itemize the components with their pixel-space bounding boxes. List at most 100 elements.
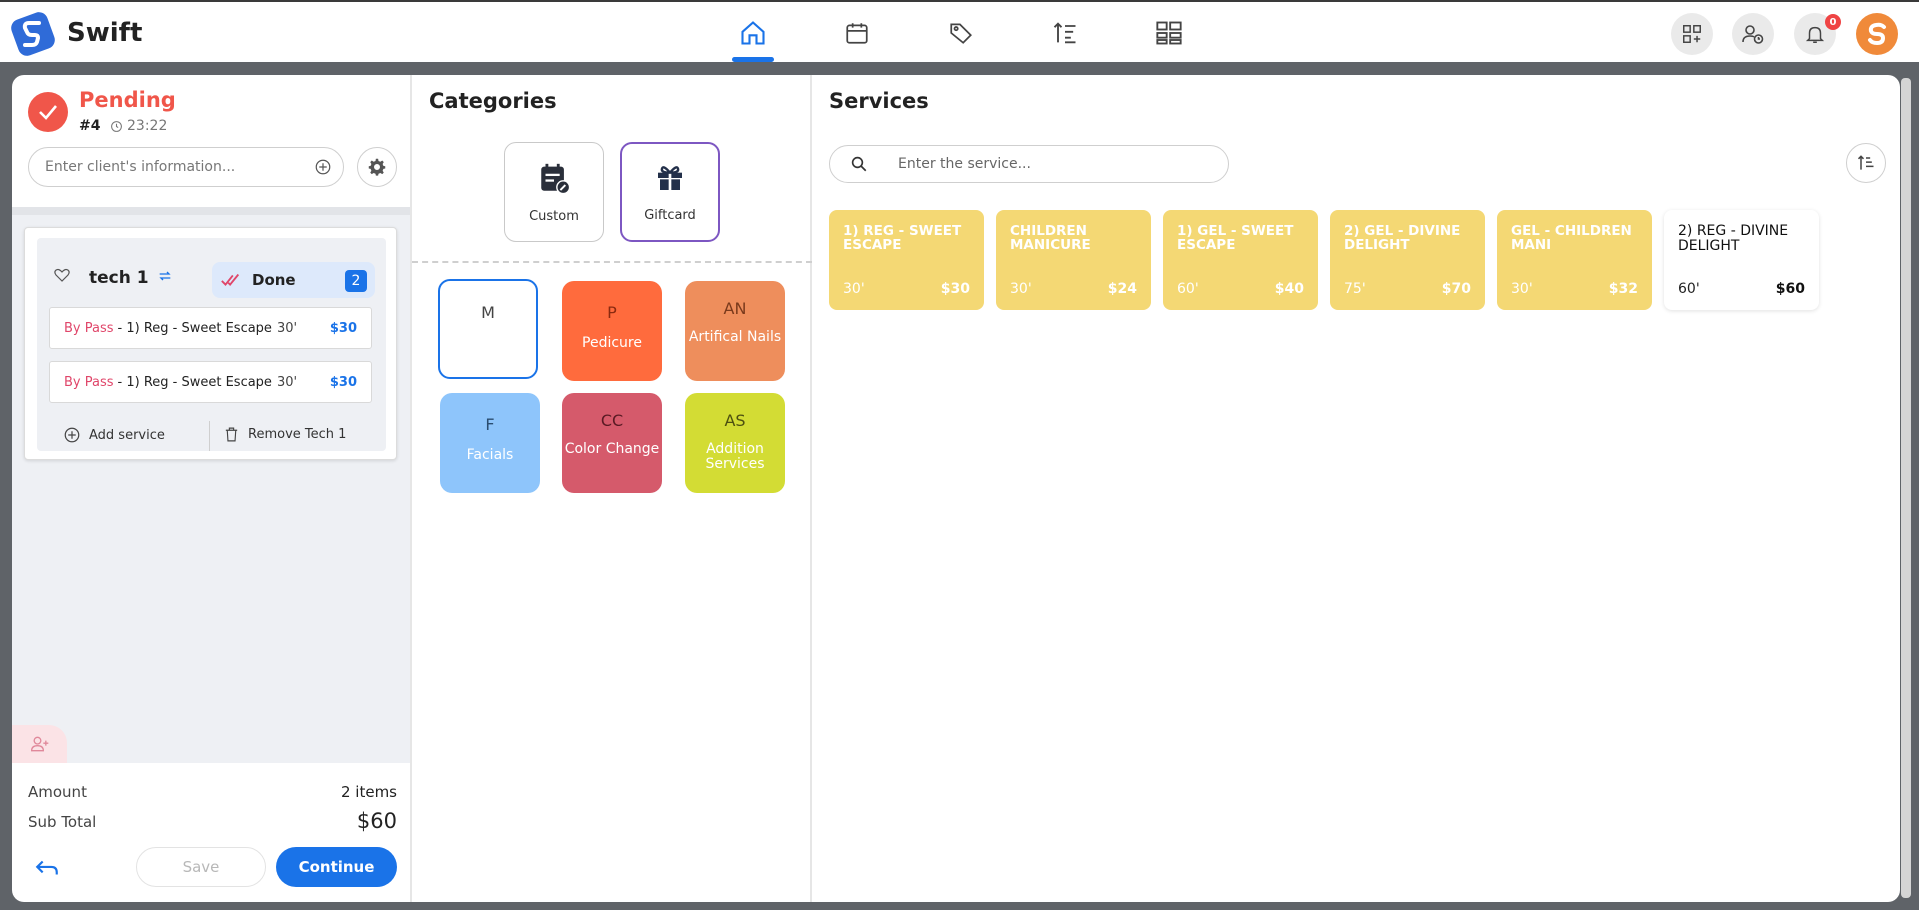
add-circle-icon bbox=[64, 427, 80, 443]
service-card-duration: 30' bbox=[843, 281, 865, 297]
custom-calendar-icon bbox=[541, 163, 571, 195]
service-card[interactable]: 2) GEL - DIVINE DELIGHT 75' $70 bbox=[1330, 210, 1485, 310]
service-card[interactable]: CHILDREN MANICURE 30' $24 bbox=[996, 210, 1151, 310]
user-clock-button[interactable] bbox=[1732, 13, 1774, 55]
service-card-price: $40 bbox=[1274, 281, 1304, 297]
add-widget-icon bbox=[1683, 25, 1701, 43]
service-card[interactable]: 1) GEL - SWEET ESCAPE 60' $40 bbox=[1163, 210, 1318, 310]
add-widget-button[interactable] bbox=[1671, 13, 1713, 55]
back-button[interactable] bbox=[32, 853, 62, 883]
service-name: - 1) Reg - Sweet Escape bbox=[117, 374, 272, 390]
category-tile[interactable]: M bbox=[438, 279, 538, 379]
category-tile[interactable]: AN Artifical Nails bbox=[685, 281, 785, 381]
service-card-name: 2) REG - DIVINE DELIGHT bbox=[1678, 223, 1789, 254]
service-card-duration: 60' bbox=[1678, 281, 1700, 297]
add-service-label: Add service bbox=[89, 427, 165, 443]
selected-service-row[interactable]: By Pass - 1) Reg - Sweet Escape 30' $30 bbox=[49, 307, 372, 349]
scroll-track bbox=[12, 207, 410, 215]
save-button[interactable]: Save bbox=[136, 847, 266, 887]
bypass-label: By Pass bbox=[64, 320, 114, 336]
notification-badge: 0 bbox=[1825, 14, 1841, 30]
settings-button[interactable] bbox=[357, 147, 397, 187]
sort-services-button[interactable] bbox=[1846, 143, 1886, 183]
category-tile[interactable]: CC Color Change bbox=[562, 393, 662, 493]
client-info-input[interactable] bbox=[28, 147, 344, 187]
service-card-name: 1) GEL - SWEET ESCAPE bbox=[1177, 223, 1294, 254]
category-name: Facials bbox=[466, 447, 514, 463]
custom-label: Custom bbox=[529, 209, 579, 224]
service-card-price: $30 bbox=[940, 281, 970, 297]
selected-service-row[interactable]: By Pass - 1) Reg - Sweet Escape 30' $30 bbox=[49, 361, 372, 403]
service-card-name: 1) REG - SWEET ESCAPE bbox=[843, 223, 962, 254]
subtotal-label: Sub Total bbox=[28, 813, 97, 831]
service-card-name: 2) GEL - DIVINE DELIGHT bbox=[1344, 223, 1461, 254]
page-scrollbar[interactable] bbox=[1901, 78, 1911, 898]
gift-icon bbox=[658, 166, 682, 190]
category-name: Color Change bbox=[564, 441, 660, 457]
search-input[interactable] bbox=[898, 146, 1218, 182]
heart-icon[interactable] bbox=[53, 266, 71, 284]
grid-icon[interactable] bbox=[1154, 18, 1184, 48]
brand-name: Swift bbox=[67, 18, 143, 48]
swift-logo bbox=[10, 11, 56, 57]
category-abbr: CC bbox=[600, 411, 624, 430]
service-card-price: $60 bbox=[1775, 281, 1805, 297]
continue-button[interactable]: Continue bbox=[276, 847, 397, 887]
service-duration: 30' bbox=[276, 320, 298, 336]
categories-panel: Categories Custom Giftcard M P Pedicure … bbox=[412, 75, 812, 902]
amount-label: Amount bbox=[28, 783, 87, 801]
trash-icon bbox=[225, 427, 238, 442]
add-user-icon bbox=[30, 736, 48, 752]
category-tile[interactable]: P Pedicure bbox=[562, 281, 662, 381]
tech-name: tech 1 bbox=[89, 268, 149, 288]
service-card[interactable]: GEL - CHILDREN MANI 30' $32 bbox=[1497, 210, 1652, 310]
service-card-price: $24 bbox=[1107, 281, 1137, 297]
giftcard-category-button[interactable]: Giftcard bbox=[620, 142, 720, 242]
avatar-logo-icon bbox=[1868, 22, 1886, 46]
category-abbr: P bbox=[607, 303, 617, 322]
service-price: $30 bbox=[329, 320, 357, 336]
tech-card: tech 1 Done 2 By Pass - 1) Reg - Sweet E… bbox=[24, 227, 397, 460]
service-card[interactable]: 2) REG - DIVINE DELIGHT 60' $60 bbox=[1664, 210, 1819, 310]
order-number: #4 bbox=[79, 118, 101, 134]
category-tile[interactable]: F Facials bbox=[440, 393, 540, 493]
category-abbr: F bbox=[485, 415, 495, 434]
services-title: Services bbox=[829, 89, 929, 113]
category-name: Addition Services bbox=[705, 441, 765, 472]
active-nav-indicator bbox=[732, 57, 774, 62]
dashed-divider bbox=[412, 261, 812, 263]
add-service-button[interactable]: Add service bbox=[63, 426, 165, 444]
add-client-icon[interactable] bbox=[314, 158, 332, 176]
custom-category-button[interactable]: Custom bbox=[504, 142, 604, 242]
undo-icon bbox=[35, 860, 58, 875]
remove-tech-label: Remove Tech 1 bbox=[248, 427, 347, 442]
remove-tech-button[interactable]: Remove Tech 1 bbox=[223, 426, 346, 443]
home-icon[interactable] bbox=[738, 18, 768, 48]
sort-icon[interactable] bbox=[1050, 18, 1080, 48]
category-abbr: AS bbox=[724, 411, 746, 430]
order-status: Pending bbox=[79, 88, 176, 112]
amount-value: 2 items bbox=[340, 783, 397, 801]
main-card: Pending #4 23:22 tech 1 Done 2 bbox=[12, 75, 1900, 902]
avatar[interactable] bbox=[1856, 13, 1898, 55]
service-card-duration: 30' bbox=[1511, 281, 1533, 297]
category-name: Artifical Nails bbox=[688, 329, 782, 345]
top-bar: Swift 0 bbox=[0, 0, 1919, 62]
service-search bbox=[829, 145, 1229, 183]
tech-card-inner: tech 1 Done 2 By Pass - 1) Reg - Sweet E… bbox=[37, 238, 386, 451]
tag-icon[interactable] bbox=[946, 18, 976, 48]
order-time-value: 23:22 bbox=[127, 118, 168, 134]
clock-icon bbox=[111, 120, 122, 132]
calendar-icon[interactable] bbox=[842, 18, 872, 48]
service-card-duration: 60' bbox=[1177, 281, 1199, 297]
double-check-icon bbox=[221, 273, 240, 286]
swap-tech-icon[interactable] bbox=[157, 268, 173, 284]
service-card-name: GEL - CHILDREN MANI bbox=[1511, 223, 1632, 254]
done-button[interactable]: Done 2 bbox=[212, 262, 375, 298]
service-card-price: $70 bbox=[1441, 281, 1471, 297]
user-clock-icon bbox=[1742, 25, 1764, 44]
add-tech-button[interactable] bbox=[12, 725, 67, 763]
category-tile[interactable]: AS Addition Services bbox=[685, 393, 785, 493]
service-card[interactable]: 1) REG - SWEET ESCAPE 30' $30 bbox=[829, 210, 984, 310]
category-abbr: M bbox=[481, 303, 495, 322]
